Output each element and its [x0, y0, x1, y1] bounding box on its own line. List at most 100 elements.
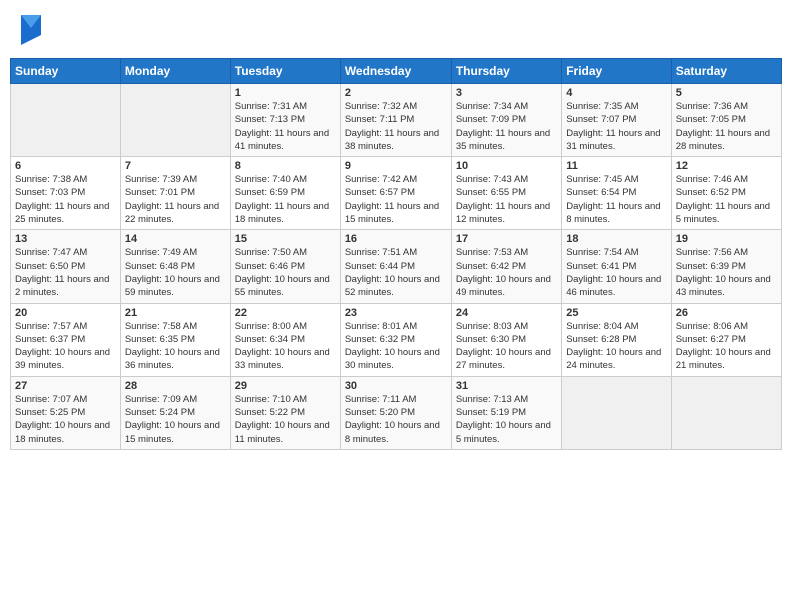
day-info: Sunrise: 7:38 AM Sunset: 7:03 PM Dayligh…	[15, 173, 116, 226]
calendar-cell: 13Sunrise: 7:47 AM Sunset: 6:50 PM Dayli…	[11, 230, 121, 303]
calendar-cell: 11Sunrise: 7:45 AM Sunset: 6:54 PM Dayli…	[562, 157, 671, 230]
day-header-saturday: Saturday	[671, 59, 781, 84]
day-info: Sunrise: 7:47 AM Sunset: 6:50 PM Dayligh…	[15, 246, 116, 299]
day-info: Sunrise: 7:32 AM Sunset: 7:11 PM Dayligh…	[345, 100, 447, 153]
day-info: Sunrise: 7:43 AM Sunset: 6:55 PM Dayligh…	[456, 173, 557, 226]
day-number: 5	[676, 87, 777, 99]
day-number: 15	[235, 233, 336, 245]
day-info: Sunrise: 7:10 AM Sunset: 5:22 PM Dayligh…	[235, 393, 336, 446]
day-header-thursday: Thursday	[451, 59, 561, 84]
logo-icon	[13, 10, 45, 48]
calendar-cell	[671, 376, 781, 449]
calendar-week-2: 6Sunrise: 7:38 AM Sunset: 7:03 PM Daylig…	[11, 157, 782, 230]
day-number: 21	[125, 307, 226, 319]
day-number: 2	[345, 87, 447, 99]
day-number: 18	[566, 233, 666, 245]
day-number: 13	[15, 233, 116, 245]
day-number: 10	[456, 160, 557, 172]
calendar-cell: 1Sunrise: 7:31 AM Sunset: 7:13 PM Daylig…	[230, 84, 340, 157]
calendar-table: SundayMondayTuesdayWednesdayThursdayFrid…	[10, 58, 782, 450]
calendar-cell: 19Sunrise: 7:56 AM Sunset: 6:39 PM Dayli…	[671, 230, 781, 303]
day-info: Sunrise: 7:35 AM Sunset: 7:07 PM Dayligh…	[566, 100, 666, 153]
day-info: Sunrise: 7:54 AM Sunset: 6:41 PM Dayligh…	[566, 246, 666, 299]
calendar-week-3: 13Sunrise: 7:47 AM Sunset: 6:50 PM Dayli…	[11, 230, 782, 303]
calendar-container: SundayMondayTuesdayWednesdayThursdayFrid…	[0, 0, 792, 612]
day-number: 3	[456, 87, 557, 99]
day-info: Sunrise: 7:39 AM Sunset: 7:01 PM Dayligh…	[125, 173, 226, 226]
day-number: 27	[15, 380, 116, 392]
day-info: Sunrise: 7:50 AM Sunset: 6:46 PM Dayligh…	[235, 246, 336, 299]
day-number: 6	[15, 160, 116, 172]
day-number: 11	[566, 160, 666, 172]
logo	[10, 10, 45, 48]
calendar-cell	[562, 376, 671, 449]
calendar-cell: 24Sunrise: 8:03 AM Sunset: 6:30 PM Dayli…	[451, 303, 561, 376]
day-header-friday: Friday	[562, 59, 671, 84]
day-info: Sunrise: 7:40 AM Sunset: 6:59 PM Dayligh…	[235, 173, 336, 226]
day-info: Sunrise: 7:56 AM Sunset: 6:39 PM Dayligh…	[676, 246, 777, 299]
day-info: Sunrise: 7:45 AM Sunset: 6:54 PM Dayligh…	[566, 173, 666, 226]
calendar-cell: 22Sunrise: 8:00 AM Sunset: 6:34 PM Dayli…	[230, 303, 340, 376]
calendar-cell: 16Sunrise: 7:51 AM Sunset: 6:44 PM Dayli…	[340, 230, 451, 303]
day-number: 26	[676, 307, 777, 319]
calendar-cell: 8Sunrise: 7:40 AM Sunset: 6:59 PM Daylig…	[230, 157, 340, 230]
calendar-cell: 2Sunrise: 7:32 AM Sunset: 7:11 PM Daylig…	[340, 84, 451, 157]
calendar-week-1: 1Sunrise: 7:31 AM Sunset: 7:13 PM Daylig…	[11, 84, 782, 157]
header	[10, 10, 782, 48]
day-info: Sunrise: 7:11 AM Sunset: 5:20 PM Dayligh…	[345, 393, 447, 446]
calendar-cell: 14Sunrise: 7:49 AM Sunset: 6:48 PM Dayli…	[120, 230, 230, 303]
day-info: Sunrise: 7:46 AM Sunset: 6:52 PM Dayligh…	[676, 173, 777, 226]
day-info: Sunrise: 7:13 AM Sunset: 5:19 PM Dayligh…	[456, 393, 557, 446]
day-number: 8	[235, 160, 336, 172]
calendar-cell: 20Sunrise: 7:57 AM Sunset: 6:37 PM Dayli…	[11, 303, 121, 376]
day-number: 30	[345, 380, 447, 392]
calendar-cell: 10Sunrise: 7:43 AM Sunset: 6:55 PM Dayli…	[451, 157, 561, 230]
day-info: Sunrise: 7:31 AM Sunset: 7:13 PM Dayligh…	[235, 100, 336, 153]
day-number: 24	[456, 307, 557, 319]
calendar-header-row: SundayMondayTuesdayWednesdayThursdayFrid…	[11, 59, 782, 84]
day-number: 20	[15, 307, 116, 319]
calendar-cell: 21Sunrise: 7:58 AM Sunset: 6:35 PM Dayli…	[120, 303, 230, 376]
day-number: 12	[676, 160, 777, 172]
day-info: Sunrise: 7:58 AM Sunset: 6:35 PM Dayligh…	[125, 320, 226, 373]
day-number: 17	[456, 233, 557, 245]
day-info: Sunrise: 8:03 AM Sunset: 6:30 PM Dayligh…	[456, 320, 557, 373]
calendar-cell: 4Sunrise: 7:35 AM Sunset: 7:07 PM Daylig…	[562, 84, 671, 157]
calendar-cell: 18Sunrise: 7:54 AM Sunset: 6:41 PM Dayli…	[562, 230, 671, 303]
day-number: 19	[676, 233, 777, 245]
day-info: Sunrise: 7:53 AM Sunset: 6:42 PM Dayligh…	[456, 246, 557, 299]
day-header-sunday: Sunday	[11, 59, 121, 84]
calendar-cell: 15Sunrise: 7:50 AM Sunset: 6:46 PM Dayli…	[230, 230, 340, 303]
day-info: Sunrise: 8:00 AM Sunset: 6:34 PM Dayligh…	[235, 320, 336, 373]
calendar-cell: 17Sunrise: 7:53 AM Sunset: 6:42 PM Dayli…	[451, 230, 561, 303]
day-info: Sunrise: 7:34 AM Sunset: 7:09 PM Dayligh…	[456, 100, 557, 153]
day-number: 29	[235, 380, 336, 392]
day-info: Sunrise: 7:09 AM Sunset: 5:24 PM Dayligh…	[125, 393, 226, 446]
calendar-week-5: 27Sunrise: 7:07 AM Sunset: 5:25 PM Dayli…	[11, 376, 782, 449]
day-info: Sunrise: 7:57 AM Sunset: 6:37 PM Dayligh…	[15, 320, 116, 373]
calendar-cell: 5Sunrise: 7:36 AM Sunset: 7:05 PM Daylig…	[671, 84, 781, 157]
day-info: Sunrise: 7:36 AM Sunset: 7:05 PM Dayligh…	[676, 100, 777, 153]
calendar-week-4: 20Sunrise: 7:57 AM Sunset: 6:37 PM Dayli…	[11, 303, 782, 376]
day-header-monday: Monday	[120, 59, 230, 84]
day-info: Sunrise: 8:01 AM Sunset: 6:32 PM Dayligh…	[345, 320, 447, 373]
day-info: Sunrise: 8:04 AM Sunset: 6:28 PM Dayligh…	[566, 320, 666, 373]
calendar-cell: 31Sunrise: 7:13 AM Sunset: 5:19 PM Dayli…	[451, 376, 561, 449]
day-number: 7	[125, 160, 226, 172]
calendar-cell	[120, 84, 230, 157]
day-number: 16	[345, 233, 447, 245]
day-header-wednesday: Wednesday	[340, 59, 451, 84]
calendar-cell: 9Sunrise: 7:42 AM Sunset: 6:57 PM Daylig…	[340, 157, 451, 230]
day-info: Sunrise: 7:49 AM Sunset: 6:48 PM Dayligh…	[125, 246, 226, 299]
calendar-cell: 12Sunrise: 7:46 AM Sunset: 6:52 PM Dayli…	[671, 157, 781, 230]
calendar-cell: 3Sunrise: 7:34 AM Sunset: 7:09 PM Daylig…	[451, 84, 561, 157]
calendar-cell: 29Sunrise: 7:10 AM Sunset: 5:22 PM Dayli…	[230, 376, 340, 449]
day-number: 23	[345, 307, 447, 319]
calendar-cell: 27Sunrise: 7:07 AM Sunset: 5:25 PM Dayli…	[11, 376, 121, 449]
day-number: 9	[345, 160, 447, 172]
day-info: Sunrise: 8:06 AM Sunset: 6:27 PM Dayligh…	[676, 320, 777, 373]
day-info: Sunrise: 7:07 AM Sunset: 5:25 PM Dayligh…	[15, 393, 116, 446]
day-number: 14	[125, 233, 226, 245]
day-number: 28	[125, 380, 226, 392]
day-number: 1	[235, 87, 336, 99]
